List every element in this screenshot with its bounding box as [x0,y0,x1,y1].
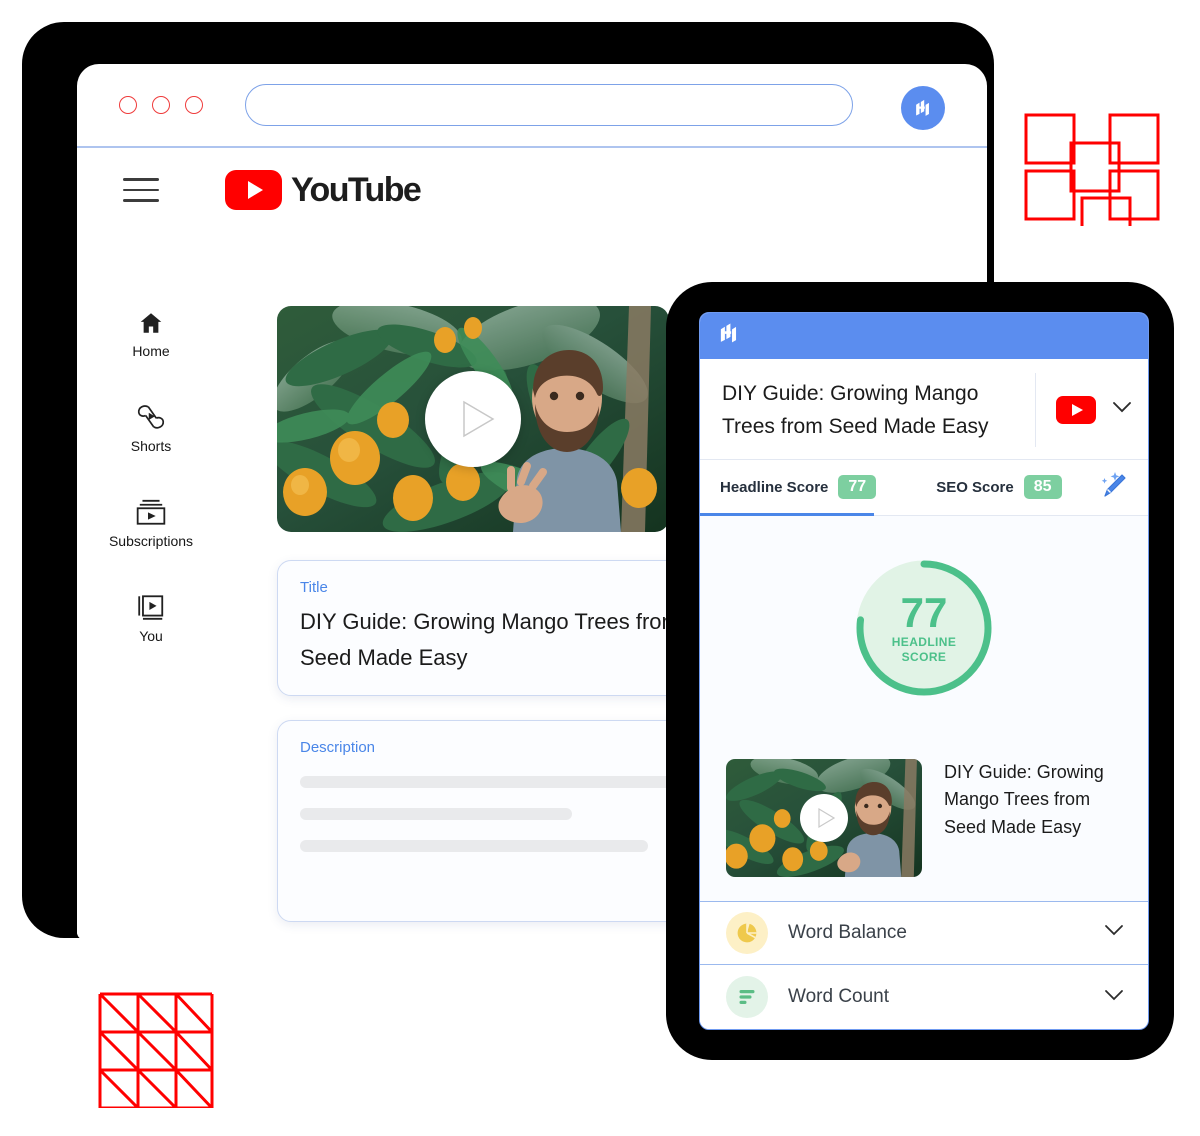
chevron-down-icon[interactable] [1102,987,1126,1008]
mangools-logo-icon[interactable] [901,86,945,130]
home-icon [137,306,165,336]
browser-chrome-bar [77,64,987,148]
tab-label: SEO Score [936,478,1014,496]
sidebar-item-home[interactable]: Home [81,306,221,359]
popup-video-caption: DIY Guide: Growing Mango Trees from Seed… [944,761,1104,838]
sidebar-item-you[interactable]: You [81,591,221,644]
extension-popup-bezel: DIY Guide: Growing Mango Trees from Seed… [666,282,1174,1060]
popup-video-title: DIY Guide: Growing Mango Trees from Seed… [722,381,989,438]
bar-list-icon [726,976,768,1019]
maximize-window-dot[interactable] [185,96,203,114]
accordion-label: Word Balance [788,921,907,943]
sidebar-item-shorts[interactable]: Shorts [81,401,221,454]
description-placeholder-line [300,840,648,853]
youtube-header: YouTube [77,148,987,210]
accordion-label: Word Count [788,986,890,1008]
score-tabs: Headline Score 77 SEO Score 85 [700,460,1148,516]
tab-headline-score[interactable]: Headline Score 77 [720,475,877,500]
accordion-word-balance[interactable]: Word Balance [700,901,1148,966]
magic-wand-edit-icon[interactable] [1096,469,1128,506]
mangools-logo-icon[interactable] [716,320,742,351]
description-placeholder-line [300,776,716,789]
chevron-down-icon[interactable] [1102,922,1126,943]
score-value: 77 [900,589,948,637]
play-button-icon[interactable] [425,371,521,467]
close-window-dot[interactable] [119,96,137,114]
score-caption-line1: HEADLINE [891,635,957,650]
extension-popup-window: DIY Guide: Growing Mango Trees from Seed… [699,312,1149,1030]
hamburger-menu-icon[interactable] [123,178,159,202]
sidebar-item-label: You [139,628,163,644]
decorative-squares-pattern [1024,113,1160,226]
description-placeholder-line [300,808,572,821]
subscriptions-icon [135,496,167,526]
sidebar-item-label: Home [132,343,170,359]
title-field-value: DIY Guide: Growing Mango Trees from Seed… [300,609,680,670]
chevron-down-icon[interactable] [1110,399,1134,420]
description-field-card[interactable]: Description [277,720,729,923]
tab-seo-score[interactable]: SEO Score 85 [936,475,1062,500]
minimize-window-dot[interactable] [152,96,170,114]
score-caption-line2: SCORE [901,650,947,665]
score-ring-text: 77 HEADLINE SCORE [850,554,998,702]
youtube-logo[interactable]: YouTube [225,170,422,210]
youtube-wordmark: YouTube [291,170,422,209]
headline-score-panel: 77 HEADLINE SCORE [700,515,1148,741]
title-field-label: Title [300,579,328,596]
you-library-icon [136,591,166,621]
sidebar-item-label: Subscriptions [108,533,194,549]
sidebar-item-subscriptions[interactable]: Subscriptions [81,496,221,549]
play-button-icon[interactable] [800,793,848,842]
description-field-label: Description [300,739,376,757]
accordion-word-count[interactable]: Word Count [700,965,1148,1029]
youtube-sidebar: Home Shorts Subscriptions You [77,244,225,644]
pie-chart-icon [726,911,768,954]
window-traffic-lights [119,96,203,114]
seo-score-badge: 85 [1023,475,1062,500]
youtube-play-icon[interactable] [1056,395,1096,424]
popup-video-preview[interactable]: DIY Guide: Growing Mango Trees from Seed… [700,740,1148,902]
popup-header: DIY Guide: Growing Mango Trees from Seed… [700,359,1148,460]
sidebar-item-label: Shorts [130,438,172,454]
youtube-play-icon [225,170,282,210]
decorative-triangle-grid [98,992,214,1108]
active-tab-indicator [700,512,874,516]
screenshot-stage: YouTube Home Shorts Subscriptions You Ti… [0,0,1200,1136]
shorts-icon [136,401,166,431]
headline-score-badge: 77 [838,475,877,500]
popup-header-actions [1035,372,1134,447]
popup-top-bar [700,313,1148,359]
title-field-card[interactable]: Title DIY Guide: Growing Mango Trees fro… [277,560,729,697]
video-thumbnail[interactable] [277,306,669,532]
headline-score-ring: 77 HEADLINE SCORE [850,554,998,702]
popup-video-thumbnail[interactable] [726,758,922,877]
address-bar-input[interactable] [245,84,853,126]
tab-label: Headline Score [720,478,829,496]
